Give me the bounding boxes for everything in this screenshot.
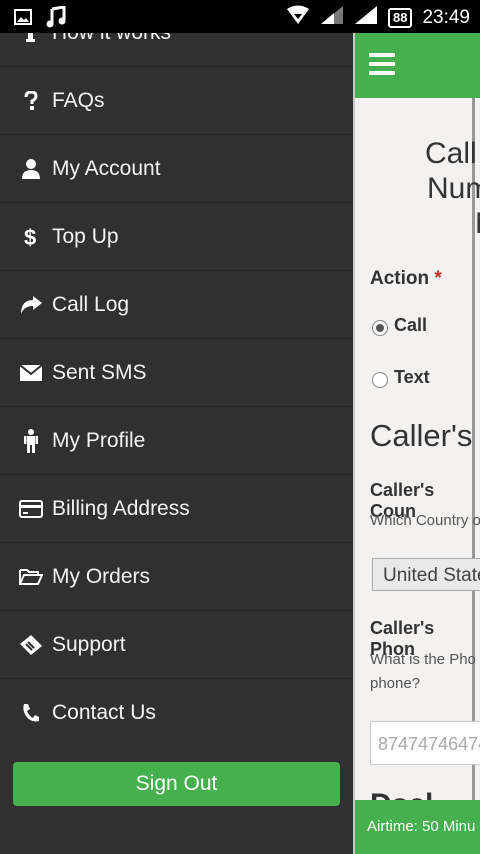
menu-item-my-orders[interactable]: My Orders [0, 543, 353, 611]
required-mark: * [434, 268, 442, 289]
menu-item-call-log[interactable]: Call Log [0, 271, 353, 339]
menu-item-label: Sent SMS [52, 360, 147, 384]
credit-card-icon [18, 499, 44, 519]
text-radio-label[interactable]: Text [394, 367, 430, 388]
signal-icon [354, 5, 378, 30]
user-icon [18, 158, 44, 179]
clock: 23:49 [422, 6, 470, 28]
text-radio[interactable] [372, 372, 388, 388]
app-toolbar [355, 33, 480, 98]
main-content: Call Num N Action * Call Text Caller's C… [353, 33, 480, 854]
section-title: Caller's [370, 418, 473, 453]
envelope-icon [18, 363, 44, 382]
signal-icon [320, 5, 344, 30]
country-select[interactable]: United State [372, 558, 480, 591]
share-icon [18, 295, 44, 315]
menu-item-support[interactable]: Support [0, 611, 353, 679]
menu-icon[interactable] [369, 53, 395, 75]
question-icon [18, 90, 44, 111]
menu-item-label: Call Log [52, 292, 130, 316]
gallery-icon [14, 9, 32, 30]
menu-item-label: My Account [52, 156, 161, 180]
menu-item-label: My Orders [52, 564, 151, 588]
navigation-drawer: How it works FAQs My Account $ Top Up Ca… [0, 33, 353, 854]
call-radio[interactable] [372, 320, 388, 336]
menu-item-label: FAQs [52, 88, 105, 112]
sign-out-button[interactable]: Sign Out [13, 762, 340, 806]
menu-item-how-it-works[interactable]: How it works [0, 33, 353, 67]
wifi-icon [286, 5, 310, 30]
dollar-icon: $ [18, 225, 44, 249]
menu-item-label: Top Up [52, 224, 119, 248]
menu-item-label: Support [52, 632, 126, 656]
menu-item-billing-address[interactable]: Billing Address [0, 475, 353, 543]
menu-item-my-profile[interactable]: My Profile [0, 407, 353, 475]
person-icon [18, 428, 44, 453]
caller-phone-input[interactable]: 87474746474 [370, 721, 480, 765]
page-title: Call Num N [425, 137, 480, 240]
menu-item-top-up[interactable]: $ Top Up [0, 203, 353, 271]
menu-item-label: Billing Address [52, 496, 190, 520]
menu-item-label: Contact Us [52, 700, 156, 724]
caller-phone-help: What is the Pho phone? [370, 651, 476, 692]
action-label: Action * [370, 268, 442, 289]
svg-text:$: $ [24, 225, 36, 249]
info-icon [18, 33, 44, 43]
menu-item-faqs[interactable]: FAQs [0, 67, 353, 135]
call-radio-label[interactable]: Call [394, 315, 427, 336]
music-icon [46, 5, 66, 33]
menu-item-label: How it works [52, 33, 171, 45]
battery-indicator: 88 [387, 7, 413, 28]
menu-item-sent-sms[interactable]: Sent SMS [0, 339, 353, 407]
menu-item-label: My Profile [52, 428, 146, 452]
caller-country-help: Which Country o [370, 512, 480, 529]
status-bar: 88 23:49 [0, 0, 480, 33]
airtime-footer: Airtime: 50 Minu [355, 800, 480, 854]
folder-open-icon [18, 567, 44, 587]
ticket-icon [18, 634, 44, 656]
phone-icon [18, 703, 44, 723]
menu-item-contact-us[interactable]: Contact Us [0, 679, 353, 746]
menu-item-my-account[interactable]: My Account [0, 135, 353, 203]
